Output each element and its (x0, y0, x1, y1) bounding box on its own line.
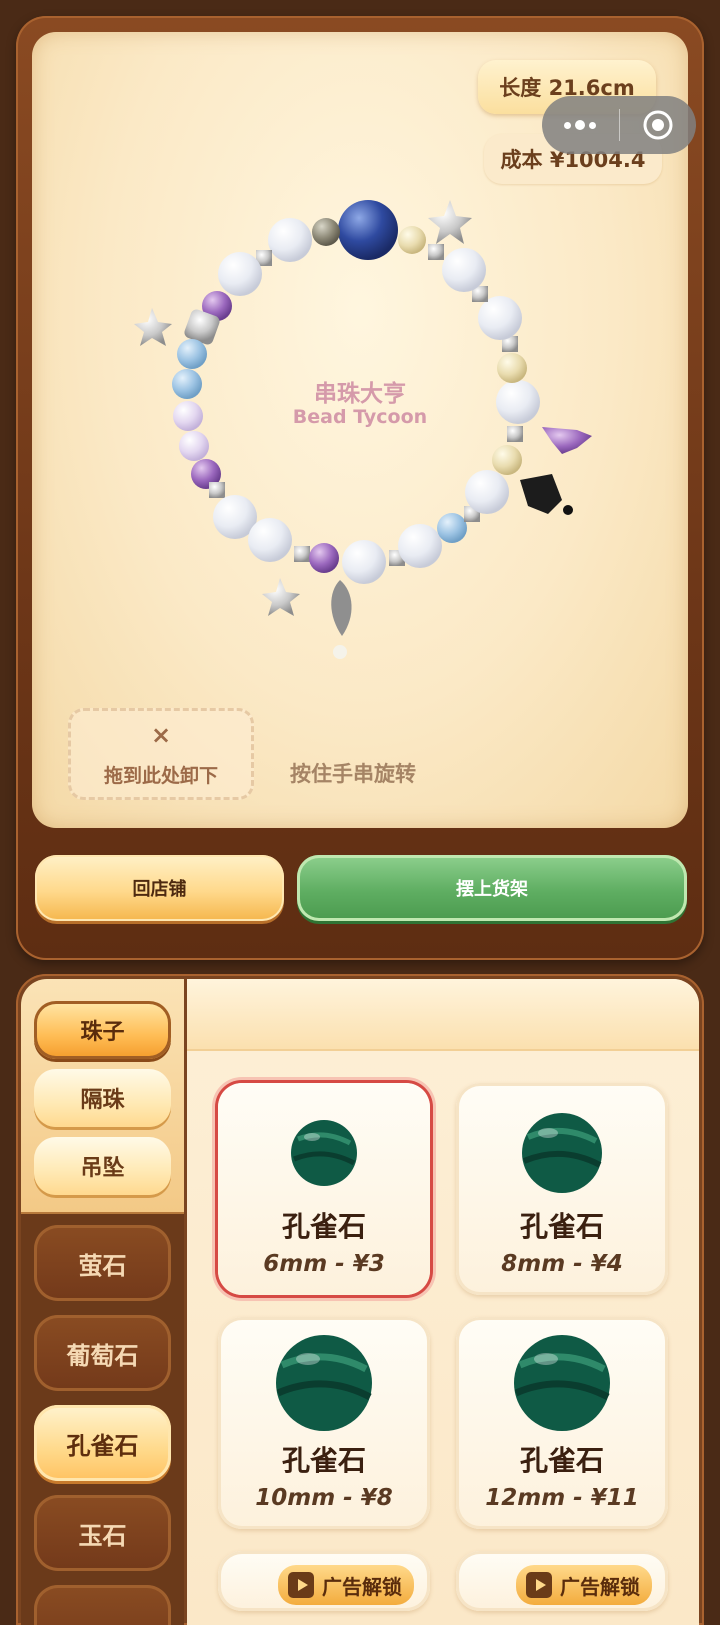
product-spec: 12mm - ¥11 (485, 1485, 639, 1511)
product-card[interactable]: 孔雀石 12mm - ¥11 (456, 1317, 668, 1529)
target-icon (643, 110, 673, 140)
product-card[interactable]: 孔雀石 6mm - ¥3 (218, 1083, 430, 1295)
ad-unlock-button[interactable]: 广告解锁 (278, 1565, 414, 1605)
grid-header (187, 979, 699, 1051)
sidebar-item-more[interactable] (34, 1585, 171, 1625)
product-name: 孔雀石 (519, 1444, 604, 1477)
close-icon: × (150, 721, 172, 749)
sidebar-item-malachite[interactable]: 孔雀石 (34, 1405, 171, 1481)
ad-unlock-label: 广告解锁 (560, 1574, 640, 1599)
back-to-shop-button[interactable]: 回店铺 (35, 855, 284, 921)
ad-unlock-label: 广告解锁 (322, 1574, 402, 1599)
sidebar-item-fluorite[interactable]: 萤石 (34, 1225, 171, 1301)
bracelet-charms[interactable] (134, 200, 592, 659)
miniprogram-capsule[interactable] (542, 96, 696, 154)
sidebar-item-jade[interactable]: 玉石 (34, 1495, 171, 1571)
type-tabs: 珠子 隔珠 吊坠 (21, 979, 184, 1214)
sidebar: 珠子 隔珠 吊坠 萤石 葡萄石 孔雀石 玉石 (21, 979, 184, 1625)
product-spec: 6mm - ¥3 (263, 1251, 385, 1277)
brand-title-cn: 串珠大亨 (314, 381, 406, 407)
product-spec: 8mm - ¥4 (501, 1251, 623, 1277)
product-name: 孔雀石 (281, 1210, 366, 1243)
product-name: 孔雀石 (281, 1444, 366, 1477)
tab-beads[interactable]: 珠子 (34, 1001, 171, 1059)
locked-product-card[interactable]: 广告解锁 (456, 1551, 668, 1611)
product-grid: 孔雀石 6mm - ¥3 孔雀石 8mm - ¥4 孔雀石 10mm - ¥8 (187, 979, 699, 1625)
rotate-hint: 按住手串旋转 (290, 762, 416, 786)
product-name: 孔雀石 (519, 1210, 604, 1243)
drop-zone-label: 拖到此处卸下 (103, 765, 218, 787)
play-icon (526, 1572, 552, 1598)
close-miniprogram-button[interactable] (620, 96, 697, 154)
ad-unlock-button[interactable]: 广告解锁 (516, 1565, 652, 1605)
put-on-shelf-button[interactable]: 摆上货架 (297, 855, 687, 921)
play-icon (288, 1572, 314, 1598)
tab-spacers[interactable]: 隔珠 (34, 1069, 171, 1127)
product-card[interactable]: 孔雀石 10mm - ¥8 (218, 1317, 430, 1529)
material-picker-panel: 珠子 隔珠 吊坠 萤石 葡萄石 孔雀石 玉石 孔雀石 6mm - ¥3 孔雀石 … (16, 974, 704, 1625)
product-spec: 10mm - ¥8 (255, 1485, 393, 1511)
locked-product-card[interactable]: 广告解锁 (218, 1551, 430, 1611)
remove-drop-zone[interactable]: × 拖到此处卸下 (68, 708, 254, 800)
sidebar-item-prehnite[interactable]: 葡萄石 (34, 1315, 171, 1391)
more-menu-button[interactable] (542, 96, 619, 154)
more-dots-icon (564, 120, 597, 130)
tab-pendants[interactable]: 吊坠 (34, 1137, 171, 1195)
product-card[interactable]: 孔雀石 8mm - ¥4 (456, 1083, 668, 1295)
brand-title-en: Bead Tycoon (292, 406, 428, 428)
